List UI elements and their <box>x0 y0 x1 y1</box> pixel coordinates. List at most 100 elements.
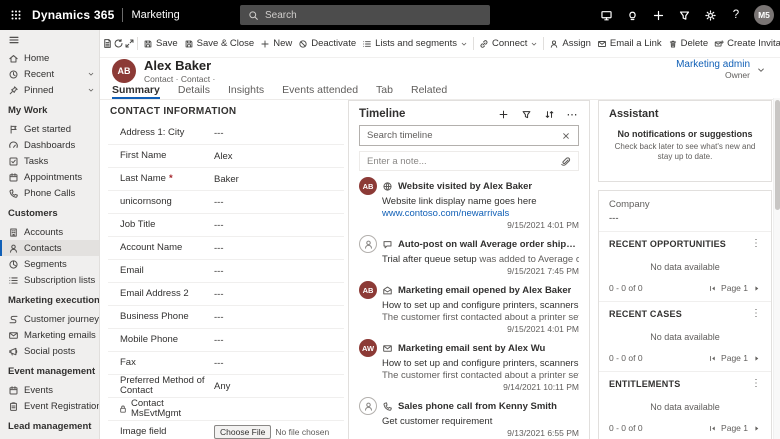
create-invitation-button[interactable]: Create Invitation <box>711 32 780 56</box>
tab-tab[interactable]: Tab <box>376 84 393 99</box>
field-value[interactable]: --- <box>210 128 344 139</box>
form-document-icon[interactable] <box>102 32 113 56</box>
sidebar-item-subscription-lists[interactable]: Subscription lists <box>0 272 99 288</box>
record-range: 0 - 0 of 0 <box>609 283 643 293</box>
entry-link[interactable]: www.contoso.com/newarrivals <box>382 208 579 219</box>
chevron-down-icon <box>87 70 95 78</box>
user-avatar[interactable]: M5 <box>754 5 774 25</box>
empty-state-text: No data available <box>650 262 720 272</box>
section-menu-icon[interactable]: ⋮ <box>751 238 761 249</box>
tab-summary[interactable]: Summary <box>112 84 160 99</box>
section-menu-icon[interactable]: ⋮ <box>751 308 761 319</box>
new-button[interactable]: New <box>257 32 295 56</box>
system-avatar <box>359 235 377 253</box>
first-page-icon[interactable] <box>708 284 717 293</box>
command-divider <box>472 37 474 50</box>
megaphone-icon <box>8 346 19 357</box>
timeline-create-icon[interactable] <box>496 107 510 121</box>
lightbulb-icon[interactable] <box>620 0 644 30</box>
area-name[interactable]: Marketing <box>131 9 179 21</box>
timeline-filter-icon[interactable] <box>519 107 533 121</box>
help-icon[interactable]: ? <box>724 0 748 30</box>
sidebar-item-social-posts[interactable]: Social posts <box>0 343 99 359</box>
connect-button[interactable]: Connect <box>476 32 541 56</box>
timeline-entry-website-visit[interactable]: AB Website visited by Alex Baker Website… <box>359 177 579 230</box>
app-name[interactable]: Dynamics 365 <box>32 8 114 22</box>
sidebar-item-recent[interactable]: Recent <box>0 66 99 82</box>
filter-icon[interactable] <box>672 0 696 30</box>
attachment-icon[interactable] <box>560 156 571 167</box>
timeline-entry-auto-post[interactable]: Auto-post on wall Average order shipment… <box>359 235 579 276</box>
assign-button[interactable]: Assign <box>546 32 594 56</box>
tab-details[interactable]: Details <box>178 84 210 99</box>
field-value[interactable]: --- <box>210 335 344 346</box>
sidebar-item-event-registrations[interactable]: Event Registrations <box>0 398 99 414</box>
field-label: Preferred Method of Contact <box>120 375 205 396</box>
timeline-search-input[interactable]: Search timeline <box>359 125 579 146</box>
field-value[interactable]: --- <box>210 289 344 300</box>
timeline-more-icon[interactable]: ⋯ <box>565 107 579 121</box>
sidebar-item-get-started[interactable]: Get started <box>0 121 99 137</box>
save-icon <box>143 39 153 49</box>
settings-gear-icon[interactable] <box>698 0 722 30</box>
owner-link[interactable]: Marketing admin <box>676 59 750 70</box>
assistant-empty-subtitle: Check back later to see what's new and s… <box>614 142 756 161</box>
section-menu-icon[interactable]: ⋮ <box>751 378 761 389</box>
timeline-entry-email-opened[interactable]: AB Marketing email opened by Alex Baker … <box>359 281 579 334</box>
first-page-icon[interactable] <box>708 424 717 433</box>
deactivate-button[interactable]: Deactivate <box>295 32 359 56</box>
field-value[interactable]: Baker <box>210 174 344 185</box>
sidebar-item-pinned[interactable]: Pinned <box>0 82 99 98</box>
field-value[interactable]: --- <box>210 197 344 208</box>
sidebar-item-customer-journeys[interactable]: Customer journeys <box>0 311 99 327</box>
global-search-input[interactable]: Search <box>240 5 490 25</box>
refresh-icon[interactable] <box>113 32 124 56</box>
save-button[interactable]: Save <box>140 32 181 56</box>
field-value[interactable]: Any <box>210 381 344 392</box>
tab-related[interactable]: Related <box>411 84 447 99</box>
field-value[interactable]: --- <box>210 312 344 323</box>
sidebar-item-contacts[interactable]: Contacts <box>0 240 99 256</box>
quick-create-icon[interactable] <box>646 0 670 30</box>
field-value[interactable]: --- <box>210 220 344 231</box>
close-icon[interactable] <box>561 131 571 141</box>
field-value[interactable]: --- <box>210 358 344 369</box>
lists-and-segments-button[interactable]: Lists and segments <box>359 32 471 56</box>
first-page-icon[interactable] <box>708 354 717 363</box>
page-scrollbar[interactable] <box>773 98 780 439</box>
sidebar-item-accounts[interactable]: Accounts <box>0 224 99 240</box>
sidebar-item-dashboards[interactable]: Dashboards <box>0 137 99 153</box>
screen-share-icon[interactable] <box>594 0 618 30</box>
sidebar-item-appointments[interactable]: Appointments <box>0 169 99 185</box>
app-launcher-icon[interactable] <box>0 0 32 30</box>
next-page-icon[interactable] <box>752 354 761 363</box>
field-value[interactable]: --- <box>210 243 344 254</box>
sidebar-item-segments[interactable]: Segments <box>0 256 99 272</box>
record-title: Alex Baker <box>144 57 212 73</box>
next-page-icon[interactable] <box>752 424 761 433</box>
tab-insights[interactable]: Insights <box>228 84 264 99</box>
sidebar-item-phone-calls[interactable]: Phone Calls <box>0 185 99 201</box>
timeline-entry-email-sent[interactable]: AW Marketing email sent by Alex Wu How t… <box>359 339 579 392</box>
field-value[interactable]: Alex <box>210 151 344 162</box>
choose-file-button[interactable]: Choose File <box>214 425 272 439</box>
next-page-icon[interactable] <box>752 284 761 293</box>
company-value[interactable]: --- <box>609 213 761 224</box>
tab-events-attended[interactable]: Events attended <box>282 84 358 99</box>
sitemap-toggle-icon[interactable] <box>0 30 99 50</box>
sidebar-item-marketing-emails[interactable]: Marketing emails <box>0 327 99 343</box>
scrollbar-thumb[interactable] <box>775 100 780 210</box>
field-value[interactable]: --- <box>210 266 344 277</box>
expand-icon[interactable] <box>124 32 135 56</box>
note-input[interactable]: Enter a note... <box>359 151 579 171</box>
timeline-sort-icon[interactable] <box>542 107 556 121</box>
email-a-link-button[interactable]: Email a Link <box>594 32 665 56</box>
calendar-icon <box>8 385 19 396</box>
sidebar-item-events[interactable]: Events <box>0 382 99 398</box>
timeline-entry-phone-call[interactable]: Sales phone call from Kenny Smith Get cu… <box>359 397 579 438</box>
sidebar-item-home[interactable]: Home <box>0 50 99 66</box>
save-and-close-button[interactable]: Save & Close <box>181 32 258 56</box>
owner-field[interactable]: Marketing admin Owner <box>676 59 766 80</box>
delete-button[interactable]: Delete <box>665 32 711 56</box>
sidebar-item-tasks[interactable]: Tasks <box>0 153 99 169</box>
